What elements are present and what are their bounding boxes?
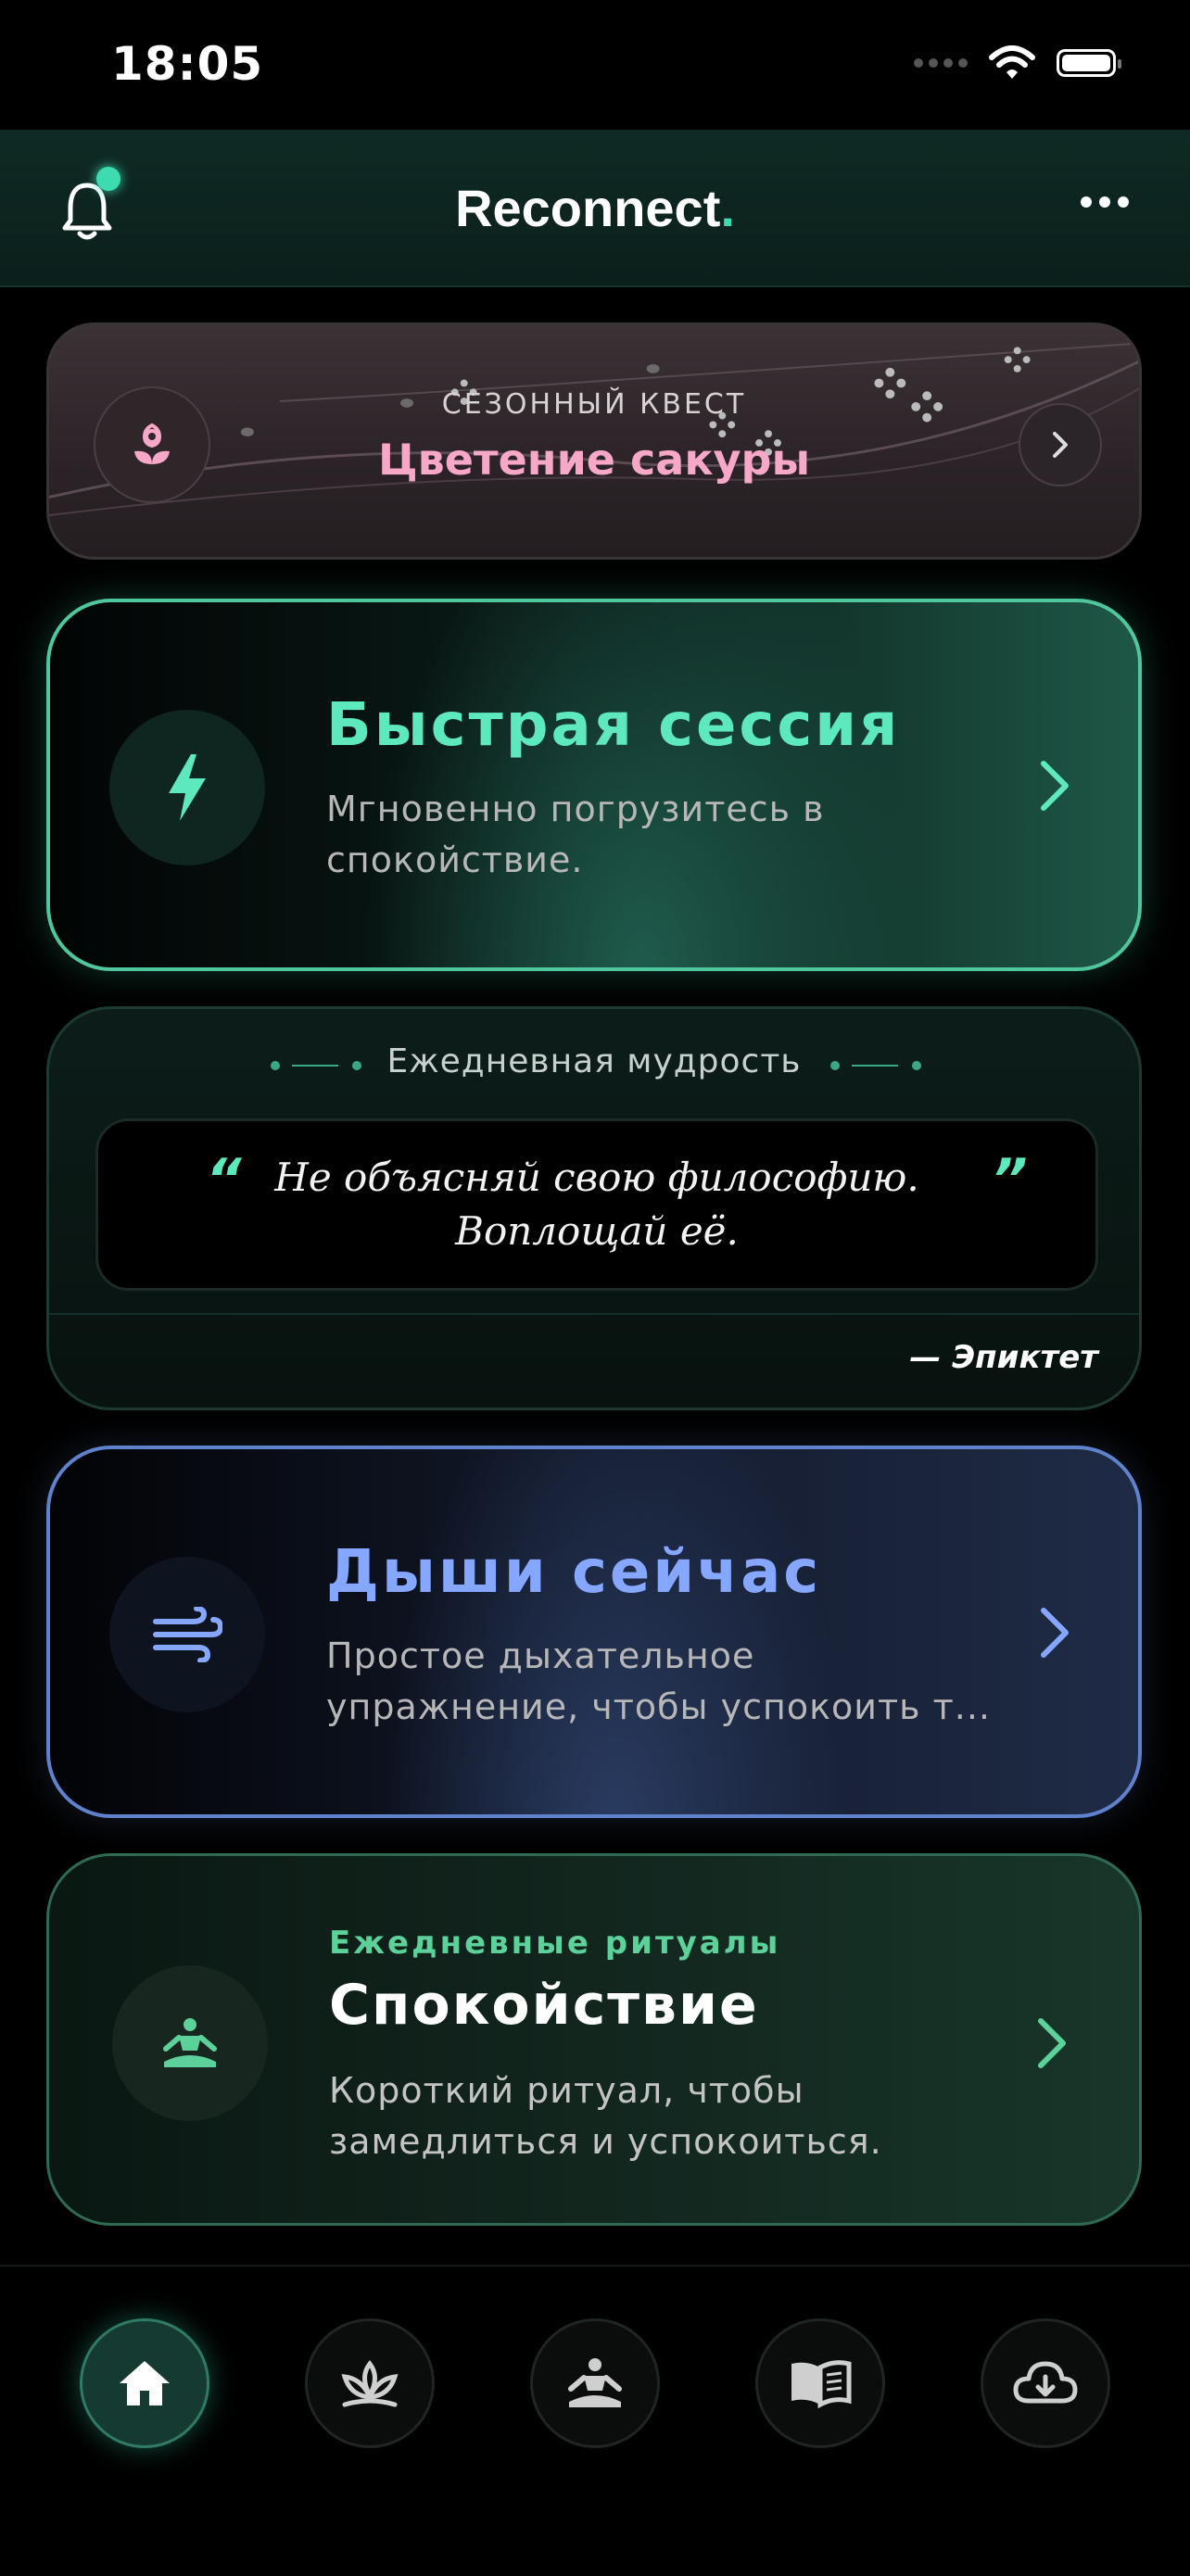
tab-library[interactable] <box>755 2318 885 2448</box>
breathe-now-title: Дыши сейчас <box>326 1538 822 1607</box>
lotus-icon <box>341 2359 399 2407</box>
ornament-right-icon <box>830 1061 921 1070</box>
quote-line-2: Воплощай её. <box>455 1208 739 1254</box>
more-menu-icon[interactable] <box>1081 196 1129 208</box>
battery-icon <box>1057 49 1121 77</box>
quote-close-icon: ” <box>992 1147 1028 1212</box>
quote-author: — Эпиктет <box>909 1339 1098 1376</box>
seasonal-quest-banner[interactable]: СЕЗОННЫЙ КВЕСТ Цветение сакуры <box>46 322 1142 560</box>
breathe-now-card[interactable]: Дыши сейчас Простое дыхательное упражнени… <box>46 1446 1142 1818</box>
signal-icon <box>914 58 968 68</box>
cloud-download-icon <box>1013 2361 1078 2404</box>
status-icons <box>914 44 1121 82</box>
wisdom-heading: Ежедневная мудрость <box>386 1042 802 1080</box>
chevron-right-icon <box>1038 2018 1066 2068</box>
tab-downloads[interactable] <box>981 2318 1110 2448</box>
chevron-right-icon <box>1053 432 1068 458</box>
tab-home[interactable] <box>80 2318 209 2448</box>
daily-ritual-card[interactable]: Ежедневные ритуалы Спокойствие Короткий … <box>46 1853 1142 2226</box>
book-icon <box>791 2360 852 2408</box>
quest-open-button[interactable] <box>1019 403 1102 486</box>
tab-growth[interactable] <box>305 2318 435 2448</box>
home-icon <box>120 2361 170 2406</box>
ritual-kicker: Ежедневные ритуалы <box>329 1925 781 1962</box>
ritual-description: Короткий ритуал, чтобы замедлиться и успо… <box>329 2070 882 2162</box>
lightning-icon <box>109 710 265 865</box>
quick-session-description: Мгновенно погрузитесь в спокойствие. <box>326 789 825 880</box>
status-time: 18:05 <box>111 37 264 91</box>
chevron-right-icon <box>1041 1608 1069 1658</box>
status-bar: 18:05 <box>0 0 1190 130</box>
wind-icon <box>109 1557 265 1712</box>
quest-kicker: СЕЗОННЫЙ КВЕСТ <box>441 388 747 421</box>
divider <box>49 1313 1139 1315</box>
quick-session-card[interactable]: Быстрая сессия Мгновенно погрузитесь в сп… <box>46 599 1142 971</box>
daily-wisdom-card: Ежедневная мудрость “ Не объясняй свою ф… <box>46 1006 1142 1410</box>
tab-meditate[interactable] <box>530 2318 660 2448</box>
breathe-now-description: Простое дыхательное упражнение, чтобы усп… <box>326 1635 991 1727</box>
app-title: Reconnect. <box>455 179 735 237</box>
quest-title: Цветение сакуры <box>377 435 811 485</box>
quote-line-1: Не объясняй свою философию. <box>274 1155 919 1200</box>
tab-bar <box>0 2265 1190 2576</box>
wifi-icon <box>989 45 1035 79</box>
chevron-right-icon <box>1041 761 1069 811</box>
quick-session-title: Быстрая сессия <box>326 691 901 760</box>
ritual-title: Спокойствие <box>329 1973 759 2038</box>
meditation-icon <box>568 2358 622 2407</box>
meditation-icon <box>112 1965 268 2121</box>
quote-box: “ Не объясняй свою философию. ” Воплощай… <box>95 1118 1098 1291</box>
app-header: Reconnect. <box>0 130 1190 287</box>
